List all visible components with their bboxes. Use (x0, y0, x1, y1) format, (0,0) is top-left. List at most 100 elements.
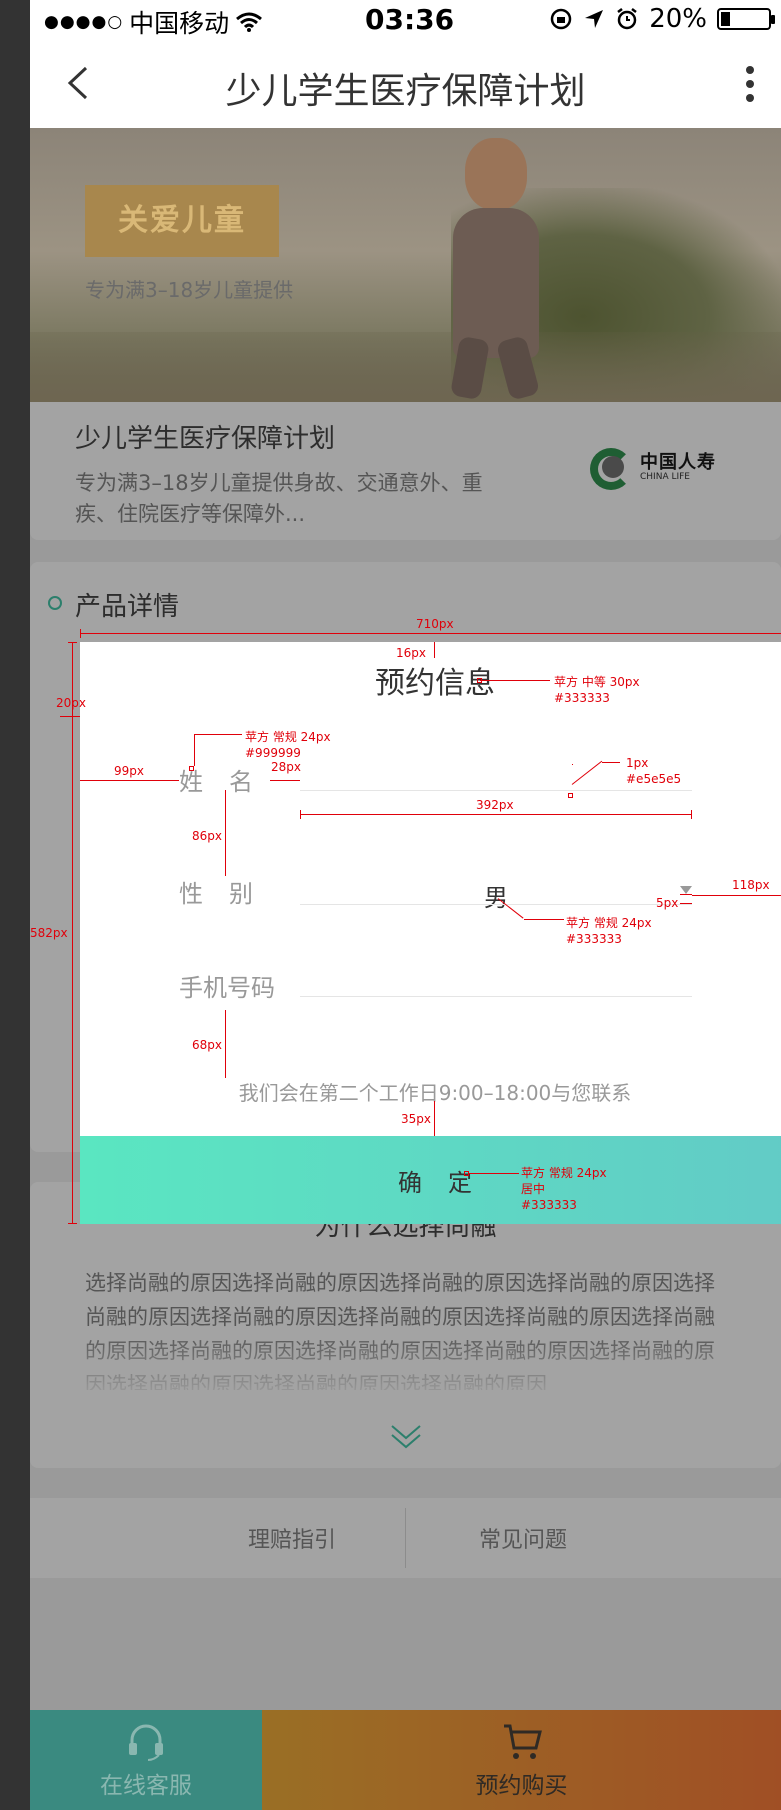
gender-underline (300, 904, 692, 905)
annotation-line (692, 895, 781, 896)
footer-links: 理赔指引 常见问题 (30, 1498, 781, 1578)
annotation-line (524, 919, 564, 920)
phone-underline (300, 996, 692, 997)
location-icon (585, 10, 604, 28)
alarm-icon (617, 8, 637, 30)
phone-label: 手机号码 (179, 974, 275, 1002)
child-photo (425, 138, 565, 401)
annotation-marker (568, 793, 573, 798)
annotation-line (80, 780, 179, 781)
annotation-line (602, 762, 620, 763)
annotation-line (300, 814, 692, 815)
reserve-buy-button[interactable]: 预约购买 (262, 1710, 781, 1810)
wifi-icon (236, 12, 263, 32)
phone-input[interactable] (300, 956, 692, 996)
annotation-text: #999999 (245, 746, 301, 760)
annotation-text: #333333 (521, 1198, 577, 1212)
status-right: 20% (549, 4, 775, 34)
annotation-text: 68px (192, 1038, 222, 1052)
clock: 03:36 (365, 3, 455, 36)
grass-image (30, 332, 781, 402)
annotation-text: #333333 (554, 691, 610, 705)
modal-title: 预约信息 (375, 666, 495, 701)
annotation-line (68, 642, 77, 643)
annotation-line (270, 780, 300, 781)
section-title: 产品详情 (75, 592, 180, 622)
name-underline (300, 790, 692, 791)
faq-link[interactable]: 常见问题 (479, 1522, 567, 1554)
online-service-label: 在线客服 (100, 1773, 192, 1799)
caret-down-icon[interactable] (680, 886, 692, 894)
carrier-name: 中国移动 (129, 9, 230, 38)
contact-note: 我们会在第二个工作日9:00–18:00与您联系 (238, 1081, 632, 1105)
headset-icon (129, 1724, 163, 1761)
chevron-down-icon[interactable] (390, 1424, 422, 1450)
logo-ball (602, 456, 624, 478)
product-title: 少儿学生医疗保障计划 (75, 424, 336, 454)
text-fade (85, 1332, 725, 1402)
annotation-marker (477, 678, 482, 683)
dot (746, 80, 754, 88)
signal-strength-icon: ●●●●○ (44, 12, 124, 32)
logo-en-text: CHINA LIFE (640, 472, 690, 482)
annotation-line (194, 734, 195, 766)
annotation-text: 582px (30, 926, 68, 940)
gender-value[interactable]: 男 (484, 878, 508, 913)
annotation-text: #e5e5e5 (626, 772, 682, 786)
annotation-text: 392px (476, 798, 514, 812)
online-service-button[interactable]: 在线客服 (30, 1710, 262, 1810)
annotation-text: #333333 (566, 932, 622, 946)
annotation-text: 1px (626, 756, 649, 770)
battery-icon (717, 8, 775, 30)
child-body (453, 208, 539, 358)
annotation-line (691, 810, 692, 819)
annotation-line (80, 629, 81, 638)
annotation-text: 35px (401, 1112, 431, 1126)
annotation-text: 16px (396, 646, 426, 660)
annotation-text: 居中 (521, 1182, 546, 1196)
annotation-text: 86px (192, 829, 222, 843)
annotation-line (434, 1101, 435, 1136)
dot (746, 94, 754, 102)
phone-screen: ●●●●○ 中国移动 03:36 20% 少儿学生医疗保障计划 关爱儿童 专为满… (30, 0, 781, 1810)
annotation-text: 118px (732, 878, 770, 892)
annotation-line (68, 1223, 77, 1224)
claims-guide-link[interactable]: 理赔指引 (248, 1522, 336, 1554)
annotation-line (469, 1173, 519, 1174)
annotation-line (572, 764, 573, 765)
gender-label: 性别 (179, 880, 279, 908)
annotation-line (60, 716, 80, 717)
battery-percent: 20% (649, 4, 707, 34)
dot (746, 66, 754, 74)
annotation-line (225, 790, 226, 876)
cart-icon (503, 1724, 542, 1759)
annotation-text: 710px (416, 617, 454, 631)
bottom-bar: 在线客服 预约购买 (30, 1710, 781, 1810)
reserve-buy-label: 预约购买 (475, 1773, 568, 1799)
annotation-line (300, 810, 301, 819)
annotation-line (194, 734, 242, 735)
more-vertical-icon[interactable] (745, 66, 755, 102)
divider (405, 1508, 406, 1568)
product-card[interactable]: 少儿学生医疗保障计划 专为满3–18岁儿童提供身故、交通意外、重疾、住院医疗等保… (30, 402, 781, 540)
annotation-text: 苹方 中等 30px (554, 675, 640, 689)
confirm-button[interactable]: 确定 (80, 1136, 781, 1224)
annotation-text: 苹方 常规 24px (245, 730, 331, 744)
section-dot-icon (48, 596, 62, 610)
name-label: 姓名 (179, 768, 279, 796)
annotation-text: 99px (114, 764, 144, 778)
annotation-text: 5px (656, 896, 679, 910)
annotation-line (680, 894, 692, 895)
china-life-logo: 中国人寿 CHINA LIFE (590, 448, 740, 494)
product-description: 专为满3–18岁儿童提供身故、交通意外、重疾、住院医疗等保障外... (75, 471, 483, 526)
annotation-text: 苹方 常规 24px (566, 916, 652, 930)
annotation-line (225, 1010, 226, 1078)
annotation-line (480, 680, 550, 681)
annotation-text: 苹方 常规 24px (521, 1166, 607, 1180)
logo-cn-text: 中国人寿 (640, 452, 716, 473)
hero-banner[interactable]: 关爱儿童 专为满3–18岁儿童提供 (30, 128, 781, 402)
banner-badge: 关爱儿童 (85, 185, 279, 257)
banner-subtitle: 专为满3–18岁儿童提供 (85, 278, 294, 302)
confirm-label: 确定 (398, 1169, 498, 1197)
page-title: 少儿学生医疗保障计划 (225, 71, 586, 112)
